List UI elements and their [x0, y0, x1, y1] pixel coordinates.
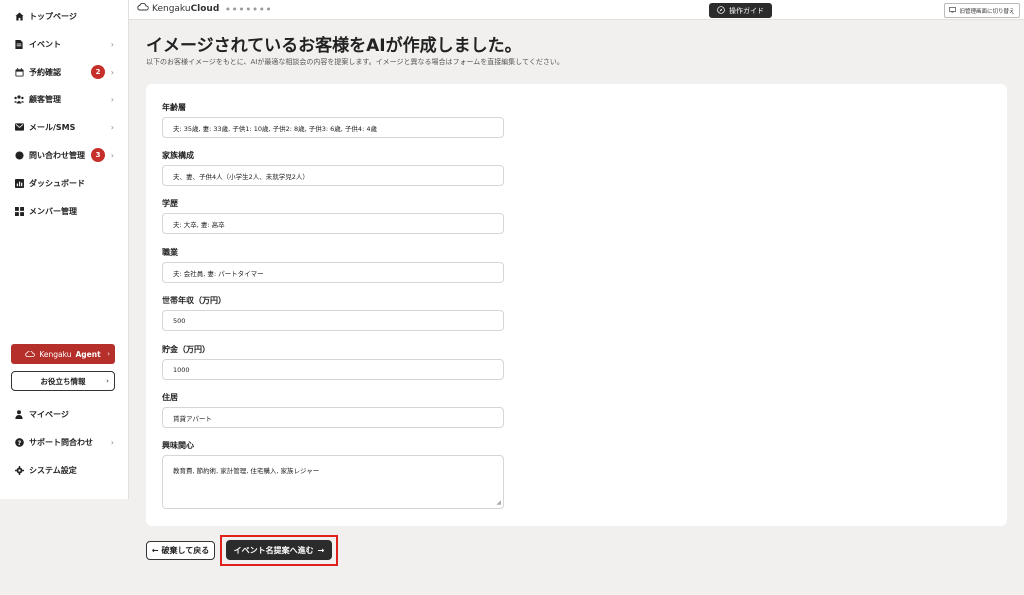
sidebar-item-label: 問い合わせ管理 — [29, 150, 85, 160]
notification-badge: 3 — [91, 148, 105, 162]
useful-info-button[interactable]: お役立ち情報 › — [11, 371, 115, 391]
sidebar-item-label: ダッシュボード — [29, 178, 85, 188]
useful-info-label: お役立ち情報 — [40, 376, 86, 386]
arrow-left-icon: ← — [151, 546, 159, 555]
home-icon — [14, 11, 24, 21]
app-logo[interactable]: KengakuCloud ● ● ● ● ● ● ● — [137, 2, 272, 14]
chevron-right-icon: › — [106, 377, 109, 385]
interests-value: 教育費, 節約術, 家計管理, 住宅購入, 家族レジャー — [173, 467, 320, 475]
sidebar-item-dashboard[interactable]: ダッシュボード — [0, 173, 128, 193]
sidebar-item-label: サポート問合わせ — [29, 437, 93, 447]
sidebar-item-label: メンバー管理 — [29, 206, 77, 216]
calendar-icon — [14, 67, 24, 77]
user-icon — [14, 409, 24, 419]
age-group-input[interactable]: 夫: 35歳, 妻: 33歳, 子供1: 10歳, 子供2: 8歳, 子供3: … — [162, 117, 504, 138]
interests-label: 興味関心 — [162, 441, 194, 450]
savings-input[interactable]: 1000 — [162, 359, 504, 380]
compass-icon — [717, 5, 725, 16]
page-description: 以下のお客様イメージをもとに、AIが最適な相談会の内容を提案します。イメージと異… — [146, 58, 564, 66]
age-group-label: 年齢層 — [162, 103, 186, 112]
sidebar: トップページ イベント › 予約確認 2 › 顧客管理 › メール/SMS › … — [0, 0, 129, 499]
proceed-event-name-label: イベント名提案へ進む — [233, 545, 314, 555]
sidebar-item-label: マイページ — [29, 409, 69, 419]
sidebar-item-label: トップページ — [29, 11, 77, 21]
grid-icon — [14, 206, 24, 216]
sidebar-item-reservation[interactable]: 予約確認 2 › — [0, 62, 128, 82]
notification-badge: 2 — [91, 65, 105, 79]
savings-label: 貯金（万円） — [162, 345, 210, 354]
switch-old-admin-button[interactable]: 旧管理画面に切り替え — [944, 3, 1020, 18]
sidebar-item-customers[interactable]: 顧客管理 › — [0, 89, 128, 109]
occupation-label: 職業 — [162, 248, 178, 257]
help-icon: ? — [14, 437, 24, 447]
page-title: イメージされているお客様をAIが作成しました。 — [146, 36, 522, 56]
sidebar-item-label: システム設定 — [29, 465, 77, 475]
chart-icon — [14, 178, 24, 188]
sidebar-item-mail[interactable]: メール/SMS › — [0, 117, 128, 137]
sidebar-item-support[interactable]: ? サポート問合わせ › — [0, 432, 128, 452]
kengaku-agent-button[interactable]: Kengaku Agent › — [11, 344, 115, 364]
sidebar-item-label: メール/SMS — [29, 122, 76, 132]
household-income-label: 世帯年収（万円） — [162, 296, 226, 305]
cloud-icon — [137, 2, 149, 14]
sidebar-item-label: 顧客管理 — [29, 94, 61, 104]
family-structure-input[interactable]: 夫、妻、子供4人（小学生2人、未就学児2人） — [162, 165, 504, 186]
proceed-event-name-button[interactable]: イベント名提案へ進む → — [226, 540, 332, 560]
interests-textarea[interactable]: 教育費, 節約術, 家計管理, 住宅購入, 家族レジャー ◢ — [162, 455, 504, 509]
sidebar-item-mypage[interactable]: マイページ — [0, 404, 128, 424]
education-input[interactable]: 夫: 大卒, 妻: 高卒 — [162, 213, 504, 234]
operation-guide-button[interactable]: 操作ガイド — [709, 3, 772, 18]
gear-icon — [14, 465, 24, 475]
education-label: 学歴 — [162, 199, 178, 208]
sidebar-item-label: イベント — [29, 39, 61, 49]
discard-back-button[interactable]: ← 破棄して戻る — [146, 541, 215, 560]
sidebar-item-settings[interactable]: システム設定 — [0, 460, 128, 480]
document-icon — [14, 39, 24, 49]
chevron-right-icon: › — [110, 437, 114, 447]
chevron-right-icon: › — [110, 67, 114, 77]
household-income-input[interactable]: 500 — [162, 310, 504, 331]
chevron-right-icon: › — [107, 350, 110, 358]
agent-logo-bold: Agent — [75, 349, 101, 359]
agent-logo-text: Kengaku — [39, 349, 72, 359]
sidebar-item-top[interactable]: トップページ — [0, 6, 128, 26]
people-icon — [14, 94, 24, 104]
discard-back-label: 破棄して戻る — [161, 546, 210, 555]
chevron-right-icon: › — [110, 122, 114, 132]
arrow-right-icon: → — [317, 545, 325, 555]
customer-profile-form: 年齢層 夫: 35歳, 妻: 33歳, 子供1: 10歳, 子供2: 8歳, 子… — [146, 84, 1007, 526]
monitor-icon — [949, 6, 957, 15]
top-bar: KengakuCloud ● ● ● ● ● ● ● 操作ガイド 旧管理画面に切… — [129, 0, 1024, 20]
chat-icon — [14, 150, 24, 160]
resize-handle-icon[interactable]: ◢ — [496, 499, 501, 506]
chevron-right-icon: › — [110, 150, 114, 160]
sidebar-item-event[interactable]: イベント › — [0, 34, 128, 54]
switch-old-admin-label: 旧管理画面に切り替え — [959, 8, 1015, 15]
svg-text:?: ? — [17, 439, 21, 446]
chevron-right-icon: › — [110, 39, 114, 49]
family-structure-label: 家族構成 — [162, 151, 194, 160]
residence-input[interactable]: 賃貸アパート — [162, 407, 504, 428]
sidebar-item-label: 予約確認 — [29, 67, 61, 77]
cloud-icon — [25, 350, 36, 359]
logo-tagline-decoration: ● ● ● ● ● ● ● — [226, 6, 272, 11]
sidebar-item-members[interactable]: メンバー管理 — [0, 201, 128, 221]
occupation-input[interactable]: 夫: 会社員, 妻: パートタイマー — [162, 262, 504, 283]
logo-text-bold: Cloud — [190, 3, 220, 14]
residence-label: 住居 — [162, 393, 178, 402]
mail-icon — [14, 122, 24, 132]
operation-guide-label: 操作ガイド — [729, 6, 764, 15]
logo-text: Kengaku — [152, 3, 191, 14]
chevron-right-icon: › — [110, 94, 114, 104]
sidebar-item-inquiries[interactable]: 問い合わせ管理 3 › — [0, 145, 128, 165]
